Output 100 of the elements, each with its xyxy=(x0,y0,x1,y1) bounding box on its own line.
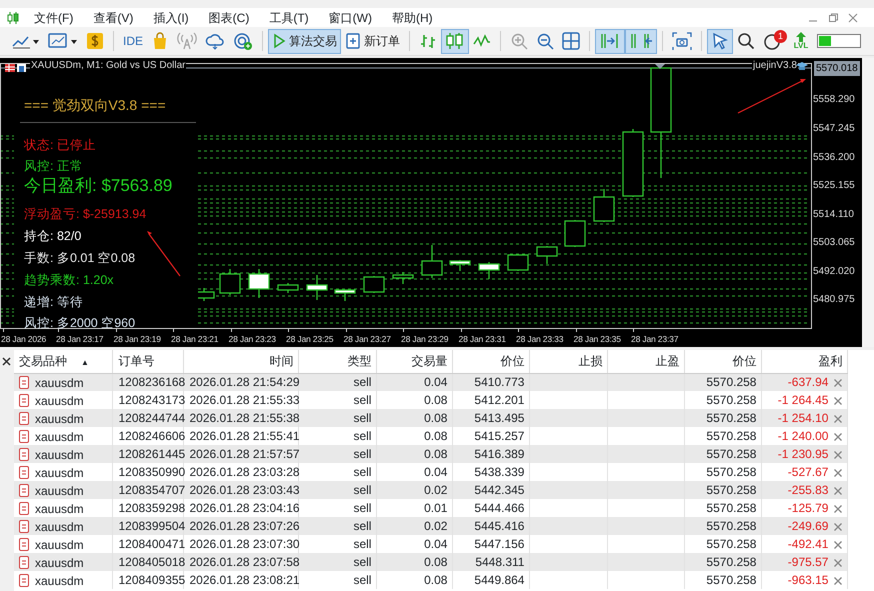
table-cell: 2026.01.28 21:55:41 xyxy=(189,429,300,443)
table-cell: 5570.258 xyxy=(706,411,756,425)
table-cell: xauusdm xyxy=(34,484,84,498)
ide-button[interactable]: IDE xyxy=(119,28,148,54)
table-cell: sell xyxy=(353,555,372,569)
status-text: 递增: 等待 xyxy=(24,294,83,311)
time-label: 28 Jan 23:35 xyxy=(574,333,621,346)
status-text: 今日盈利: $7563.89 xyxy=(24,175,172,197)
chat-button[interactable]: 1 xyxy=(759,28,790,54)
table-cell: 1208244744 xyxy=(118,411,186,425)
menu-item[interactable]: 查看(V) xyxy=(83,8,144,26)
table-cell: 5570.258 xyxy=(706,519,756,533)
table-cell: 5570.258 xyxy=(706,537,756,551)
table-cell: 1208354707 xyxy=(118,483,186,497)
time-label: 28 Jan 23:19 xyxy=(114,333,161,346)
panel-title: === 觉劲双向V3.8 === xyxy=(24,96,166,115)
column-header[interactable]: 价位 xyxy=(452,350,530,373)
menu-item[interactable]: 工具(T) xyxy=(259,8,319,26)
table-cell: -975.57 xyxy=(788,555,828,569)
sort-icon: ▲ xyxy=(80,358,89,368)
price-label: 5536.200 xyxy=(813,151,855,165)
table-cell: -963.15 xyxy=(788,573,828,587)
time-label: 28 Jan 23:25 xyxy=(286,333,334,346)
table-cell: 2026.01.28 21:55:33 xyxy=(189,393,300,407)
table-cell: 5415.257 xyxy=(474,429,524,443)
menu-item[interactable]: 窗口(W) xyxy=(318,8,382,26)
time-label: 28 Jan 2026 xyxy=(1,333,46,346)
column-header[interactable]: 盈利 xyxy=(762,350,848,373)
table-cell: 2026.01.28 23:07:26 xyxy=(189,519,300,533)
price-label: 5514.110 xyxy=(813,208,854,222)
table-cell: xauusdm xyxy=(34,412,84,426)
play-button[interactable]: 算法交易 xyxy=(268,28,342,54)
table-cell: xauusdm xyxy=(34,466,84,480)
menu-item[interactable]: 图表(C) xyxy=(198,8,260,26)
table-cell: 5448.311 xyxy=(475,555,524,569)
price-label: 5525.155 xyxy=(813,179,855,193)
table-cell: -125.79 xyxy=(788,501,828,515)
table-cell: 1208399504 xyxy=(118,519,186,533)
indicator-label: juejinV3.8 xyxy=(752,58,798,73)
menu-item[interactable]: 帮助(H) xyxy=(382,8,443,26)
time-label: 28 Jan 23:33 xyxy=(516,333,564,346)
table-cell: sell xyxy=(353,519,372,533)
table-cell: -1 230.95 xyxy=(778,447,828,461)
table-cell: -249.69 xyxy=(788,519,828,533)
column-header[interactable]: 止盈 xyxy=(608,350,685,373)
table-cell: 2026.01.28 23:07:58 xyxy=(189,555,300,569)
menu-item[interactable]: 文件(F) xyxy=(24,8,84,26)
table-cell: 5570.258 xyxy=(706,483,756,497)
table-cell: 0.04 xyxy=(424,465,448,479)
column-header[interactable]: 交易量 xyxy=(376,350,453,373)
table-cell: 0.04 xyxy=(424,375,448,390)
table-cell: -1 240.00 xyxy=(778,429,828,443)
table-cell: 1208246606 xyxy=(118,429,186,443)
table-cell: 0.08 xyxy=(424,555,448,569)
table-cell: 5570.258 xyxy=(706,393,756,407)
column-header[interactable]: 时间 xyxy=(184,350,299,373)
table-cell: sell xyxy=(353,573,372,587)
table-cell: 5570.258 xyxy=(706,375,756,390)
table-cell: 2026.01.28 21:57:57 xyxy=(189,447,300,461)
table-cell: 5410.773 xyxy=(474,375,524,390)
table-cell: 5447.156 xyxy=(474,537,524,551)
table-cell: 0.04 xyxy=(424,537,448,551)
table-cell: 5570.258 xyxy=(706,429,756,443)
notification-badge: 1 xyxy=(774,30,788,42)
table-cell: 0.08 xyxy=(424,447,448,461)
time-label: 28 Jan 23:27 xyxy=(344,333,391,346)
price-label: 5503.065 xyxy=(813,236,855,250)
table-cell: 5570.258 xyxy=(706,573,756,587)
table-cell: sell xyxy=(353,501,372,515)
table-cell: -492.41 xyxy=(788,537,828,551)
table-cell: 1208409355 xyxy=(118,573,186,587)
table-cell: 0.02 xyxy=(424,483,448,497)
table-cell: sell xyxy=(353,537,372,551)
table-cell: 5416.389 xyxy=(474,447,524,461)
column-header[interactable]: 价位 xyxy=(684,350,762,373)
column-header[interactable]: 类型 xyxy=(298,350,377,373)
column-header[interactable]: 订单号 xyxy=(112,350,184,373)
table-cell: 1208400471 xyxy=(118,537,186,551)
table-cell: 2026.01.28 21:54:29 xyxy=(189,375,300,390)
table-cell: -637.94 xyxy=(788,375,828,390)
new-order-button[interactable]: 新订单 xyxy=(341,28,404,54)
current-price-label: 5570.018 xyxy=(814,61,860,76)
table-cell: sell xyxy=(353,483,372,497)
table-cell: 1208359298 xyxy=(118,501,186,515)
status-text: 手数: 多0.01 空0.08 xyxy=(24,250,136,267)
table-cell: 1208236168 xyxy=(118,375,186,390)
table-cell: 0.08 xyxy=(424,393,448,407)
table-cell: 5412.201 xyxy=(474,393,524,407)
column-header[interactable]: 交易品种 xyxy=(18,354,67,368)
column-header[interactable]: 止损 xyxy=(530,350,608,373)
table-cell: 0.08 xyxy=(424,429,448,443)
price-label: 5480.975 xyxy=(813,293,855,307)
table-cell: 5438.339 xyxy=(474,465,524,479)
table-cell: xauusdm xyxy=(34,574,84,588)
table-cell: -255.83 xyxy=(788,483,828,497)
table-cell: 5445.416 xyxy=(474,519,524,533)
table-cell: xauusdm xyxy=(34,394,84,408)
menu-item[interactable]: 插入(I) xyxy=(143,8,199,26)
status-text: 持仓: 82/0 xyxy=(24,228,82,245)
table-cell: 1208261445 xyxy=(118,447,186,461)
